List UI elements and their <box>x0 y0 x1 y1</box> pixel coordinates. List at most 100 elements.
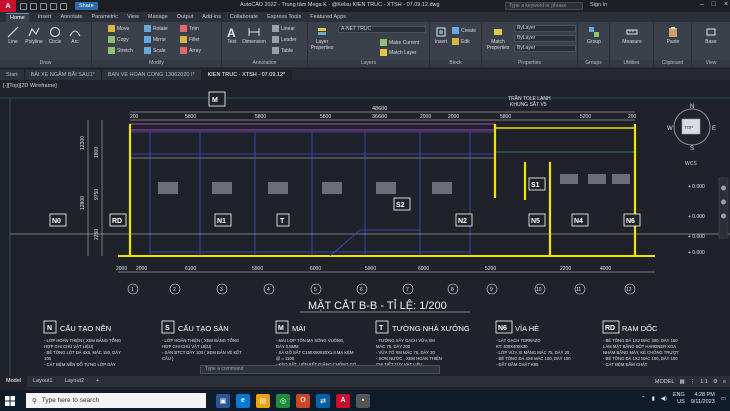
edit-block-button[interactable]: Edit <box>452 38 470 45</box>
task-view-icon[interactable]: ▣ <box>216 393 230 408</box>
sign-in-button[interactable]: Sign In <box>590 2 607 8</box>
command-line-input[interactable]: Type a command <box>200 365 440 374</box>
autocad-taskbar-icon[interactable]: A <box>336 393 350 408</box>
tab-collaborate[interactable]: Collaborate <box>230 14 258 20</box>
maximize-icon[interactable]: □ <box>712 1 716 8</box>
measure-button[interactable]: Measure <box>616 26 648 45</box>
make-current-button[interactable]: Make Current <box>380 39 419 46</box>
match-properties-button[interactable]: Match Properties <box>484 26 512 51</box>
start-button[interactable] <box>0 390 20 411</box>
undo-icon[interactable] <box>50 2 57 10</box>
tab-model[interactable]: Model <box>0 376 27 387</box>
insert-block-button[interactable]: Insert <box>432 26 450 45</box>
snap-icon[interactable]: ⋮ <box>690 379 696 385</box>
layer-dropdown[interactable]: A-NET TRUC <box>338 26 426 33</box>
line-button[interactable]: Line <box>4 26 22 45</box>
rotate-button[interactable]: Rotate <box>144 25 168 32</box>
notifications-icon[interactable]: ▭ <box>721 396 726 402</box>
fillet-button[interactable]: Fillet <box>180 36 200 43</box>
marker-S1: S1 <box>528 177 546 191</box>
file-tab-start[interactable]: Start <box>0 70 25 80</box>
trim-button[interactable]: Trim <box>180 25 199 32</box>
minimize-icon[interactable]: – <box>700 1 704 8</box>
tab-home[interactable]: Home <box>6 12 29 22</box>
close-icon[interactable]: × <box>724 1 728 8</box>
tab-manage[interactable]: Manage <box>148 14 168 20</box>
polyline-button[interactable]: Polyline <box>24 26 44 45</box>
tab-annotate[interactable]: Annotate <box>60 14 82 20</box>
file-tab-2[interactable]: BAN VE HOAN CONG 13062020 I* <box>101 70 202 80</box>
taskbar-search[interactable]: ⚲ Type here to search <box>26 393 206 408</box>
paste-button[interactable]: Paste <box>660 26 686 45</box>
tab-add-ins[interactable]: Add-ins <box>202 14 221 20</box>
office-icon[interactable]: O <box>296 393 310 408</box>
volume-icon[interactable]: ◀) <box>661 396 667 402</box>
arc-button[interactable]: Arc <box>66 26 84 45</box>
drawing-viewport[interactable]: [-][Top][2D Wireframe] 48600 36600 200 5… <box>0 80 730 376</box>
add-layout-button[interactable]: + <box>90 376 105 387</box>
new-file-icon[interactable] <box>20 2 27 10</box>
viewport-controls[interactable]: [-][Top][2D Wireframe] <box>3 83 57 89</box>
file-tab-1[interactable]: BẢI XE NGẦM BÃI SAU1* <box>24 70 102 80</box>
clock[interactable]: 4:28 PM 9/11/2023 <box>691 392 715 406</box>
mirror-button[interactable]: Mirror <box>144 36 166 43</box>
linear-button[interactable]: Linear <box>272 25 295 32</box>
settings-icon[interactable]: ⚙ <box>713 379 718 385</box>
copy-button[interactable]: Copy <box>108 36 129 43</box>
autocad-logo-icon[interactable]: A <box>0 0 16 12</box>
compass-w-label: W <box>667 126 673 132</box>
create-block-button[interactable]: Create <box>452 27 476 34</box>
dimension-button[interactable]: Dimension <box>240 26 268 45</box>
annotation-scale[interactable]: 1:1 <box>700 379 708 385</box>
stretch-button[interactable]: Stretch <box>108 47 133 54</box>
array-button[interactable]: Array <box>180 47 201 54</box>
grid-icon[interactable]: ▦ <box>679 379 684 385</box>
bottom-dim: 5900 <box>252 266 263 272</box>
tab-layout2[interactable]: Layout2 <box>59 376 91 387</box>
svg-text:- TƯỜNG XÂY GẠCH VỮA XM: - TƯỜNG XÂY GẠCH VỮA XM <box>376 338 435 343</box>
tab-layout1[interactable]: Layout1 <box>27 376 59 387</box>
tab-output[interactable]: Output <box>177 14 194 20</box>
text-button[interactable]: A Text <box>224 26 240 45</box>
pan-icon <box>721 185 726 191</box>
group-button[interactable]: Group <box>582 26 606 45</box>
marker-RD: RD <box>109 213 127 227</box>
lineweight-dropdown[interactable]: ByLayer <box>514 45 576 52</box>
file-explorer-icon[interactable]: ▤ <box>256 393 270 408</box>
color-dropdown[interactable]: ByLayer <box>514 25 576 32</box>
app-icon[interactable]: ▪ <box>356 393 370 408</box>
bottom-dim: 6000 <box>418 266 429 272</box>
layer-properties-button[interactable]: Layer Properties <box>310 26 334 51</box>
language-indicator[interactable]: ENG US <box>673 392 685 406</box>
base-view-button[interactable]: Base <box>698 26 724 45</box>
share-button[interactable]: Share <box>75 2 98 10</box>
network-icon[interactable]: ▮ <box>652 396 655 402</box>
leader-button[interactable]: Leader <box>272 36 297 43</box>
linetype-dropdown[interactable]: ByLayer <box>514 35 576 42</box>
marker-N1: N1 <box>214 213 232 227</box>
linear-dim-icon <box>272 25 279 32</box>
tab-parametric[interactable]: Parametric <box>91 14 118 20</box>
tab-featured-apps[interactable]: Featured Apps <box>310 14 346 20</box>
customize-icon[interactable]: ≡ <box>723 379 726 385</box>
tab-express-tools[interactable]: Express Tools <box>267 14 301 20</box>
circle-button[interactable]: Circle <box>46 26 64 45</box>
scale-button[interactable]: Scale <box>144 47 166 54</box>
table-button[interactable]: Table <box>272 47 293 54</box>
open-file-icon[interactable] <box>30 2 37 10</box>
tray-arrow-icon[interactable]: ⌃ <box>641 396 646 402</box>
model-space-toggle[interactable]: MODEL <box>655 379 675 385</box>
navigation-bar[interactable] <box>718 177 729 239</box>
file-tab-active[interactable]: KIEN TRUC - XTSH - 07.09.12* <box>201 70 293 80</box>
help-search-input[interactable]: Type a keyword or phrase <box>505 2 583 10</box>
redo-icon[interactable] <box>60 2 67 10</box>
match-layer-button[interactable]: Match Layer <box>380 49 417 56</box>
teamviewer-icon[interactable]: ⇄ <box>316 393 330 408</box>
save-icon[interactable] <box>40 2 47 10</box>
move-button[interactable]: Move <box>108 25 129 32</box>
tab-view[interactable]: View <box>127 14 139 20</box>
viewcube[interactable]: TOP N S W E WCS <box>667 104 716 167</box>
tab-insert[interactable]: Insert <box>38 14 52 20</box>
chrome-icon[interactable]: ◎ <box>276 393 290 408</box>
edge-icon[interactable]: e <box>236 393 250 408</box>
